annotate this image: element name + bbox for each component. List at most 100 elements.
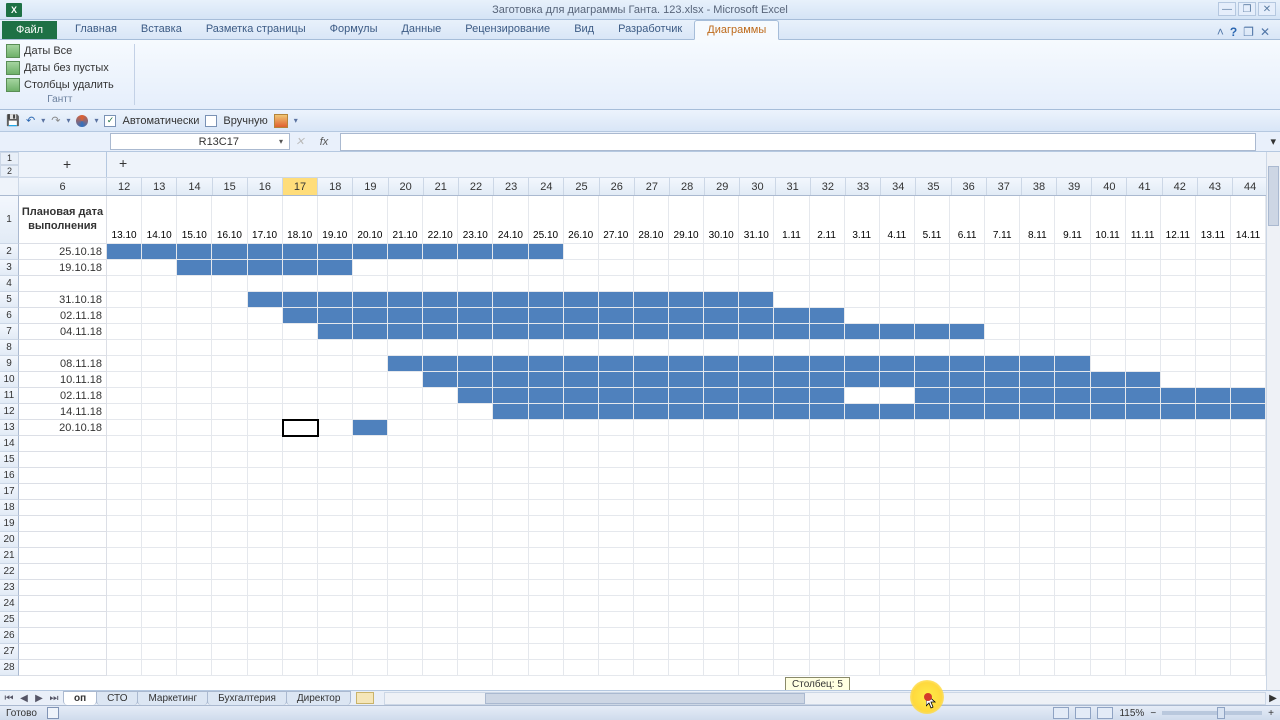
cell-r23-c0[interactable]	[107, 580, 142, 596]
cell-r14-c8[interactable]	[388, 436, 423, 452]
cell-r26-c10[interactable]	[458, 628, 493, 644]
cell-r19-c21[interactable]	[845, 516, 880, 532]
cell-r1-c20[interactable]: 2.11	[810, 196, 845, 244]
cell-r16-c16[interactable]	[669, 468, 704, 484]
cell-r19-c9[interactable]	[423, 516, 458, 532]
cell-r21-c2[interactable]	[177, 548, 212, 564]
cell-r12-c26[interactable]	[1020, 404, 1055, 420]
cell-r26-c26[interactable]	[1020, 628, 1055, 644]
cell-r9-c2[interactable]	[177, 356, 212, 372]
ribbon-cmd-2[interactable]: Столбцы удалить	[6, 78, 114, 92]
cell-r22-c8[interactable]	[388, 564, 423, 580]
cell-r4-c16[interactable]	[669, 276, 704, 292]
cell-r2-c27[interactable]	[1055, 244, 1090, 260]
cell-r16-c13[interactable]	[564, 468, 599, 484]
auto-checkbox[interactable]: ✓	[104, 115, 116, 127]
cell-r24-c19[interactable]	[774, 596, 809, 612]
file-tab[interactable]: Файл	[2, 21, 57, 39]
cell-r8-c23[interactable]	[915, 340, 950, 356]
cell-r19-c12[interactable]	[529, 516, 564, 532]
cell-r10-c11[interactable]	[493, 372, 528, 388]
cell-r8-c12[interactable]	[529, 340, 564, 356]
cell-r17-c30[interactable]	[1161, 484, 1196, 500]
row-header-21[interactable]: 21	[0, 548, 19, 564]
cell-r23-c27[interactable]	[1055, 580, 1090, 596]
cell-r24-c8[interactable]	[388, 596, 423, 612]
cell-r5-c21[interactable]	[845, 292, 880, 308]
cell-r1-c0[interactable]: 13.10	[107, 196, 142, 244]
cell-r26-c24[interactable]	[950, 628, 985, 644]
cell-r23-c13[interactable]	[564, 580, 599, 596]
cell-r14-c12[interactable]	[529, 436, 564, 452]
cell-r6-c29[interactable]	[1126, 308, 1161, 324]
cell-r5-c6[interactable]	[318, 292, 353, 308]
cell-r17-c25[interactable]	[985, 484, 1020, 500]
cell-r20-c0[interactable]	[107, 532, 142, 548]
cell-r16-c4[interactable]	[248, 468, 283, 484]
cell-r15-c4[interactable]	[248, 452, 283, 468]
cell-r6-c10[interactable]	[458, 308, 493, 324]
view-layout-icon[interactable]	[1075, 707, 1091, 719]
cell-r16-c31[interactable]	[1196, 468, 1231, 484]
cell-r3-c3[interactable]	[212, 260, 247, 276]
cell-r2-c17[interactable]	[704, 244, 739, 260]
cell-r2-c30[interactable]	[1161, 244, 1196, 260]
redo-icon[interactable]: ↷	[51, 114, 60, 127]
cell-first-24[interactable]	[19, 596, 107, 612]
cell-r4-c18[interactable]	[739, 276, 774, 292]
cell-r14-c4[interactable]	[248, 436, 283, 452]
cell-r16-c23[interactable]	[915, 468, 950, 484]
cell-r11-c11[interactable]	[493, 388, 528, 404]
cell-r17-c27[interactable]	[1055, 484, 1090, 500]
cell-r6-c4[interactable]	[248, 308, 283, 324]
cell-r18-c31[interactable]	[1196, 500, 1231, 516]
zoom-in-icon[interactable]: +	[1268, 708, 1274, 719]
col-header-30[interactable]: 30	[740, 178, 775, 195]
cell-r15-c19[interactable]	[774, 452, 809, 468]
cell-r10-c17[interactable]	[704, 372, 739, 388]
cell-r24-c25[interactable]	[985, 596, 1020, 612]
cell-r28-c17[interactable]	[704, 660, 739, 676]
cell-r10-c8[interactable]	[388, 372, 423, 388]
cell-r8-c19[interactable]	[774, 340, 809, 356]
row-header-1[interactable]: 1	[0, 196, 19, 244]
row-header-2[interactable]: 2	[0, 244, 19, 260]
cell-r1-c26[interactable]: 8.11	[1020, 196, 1055, 244]
sheet-last-icon[interactable]: ⏭	[47, 693, 61, 704]
cell-r21-c20[interactable]	[810, 548, 845, 564]
cell-r26-c25[interactable]	[985, 628, 1020, 644]
cell-r22-c24[interactable]	[950, 564, 985, 580]
cell-r27-c29[interactable]	[1126, 644, 1161, 660]
cell-r4-c1[interactable]	[142, 276, 177, 292]
cell-r5-c31[interactable]	[1196, 292, 1231, 308]
cell-r8-c28[interactable]	[1091, 340, 1126, 356]
cell-r7-c23[interactable]	[915, 324, 950, 340]
cell-r1-c3[interactable]: 16.10	[212, 196, 247, 244]
cell-r25-c29[interactable]	[1126, 612, 1161, 628]
cell-r3-c5[interactable]	[283, 260, 318, 276]
cell-r14-c0[interactable]	[107, 436, 142, 452]
cell-r16-c27[interactable]	[1055, 468, 1090, 484]
cell-r20-c32[interactable]	[1231, 532, 1266, 548]
cell-r6-c24[interactable]	[950, 308, 985, 324]
cell-r2-c19[interactable]	[774, 244, 809, 260]
cell-r1-c23[interactable]: 5.11	[915, 196, 950, 244]
cell-r28-c8[interactable]	[388, 660, 423, 676]
cell-r9-c7[interactable]	[353, 356, 388, 372]
sheet-tab-СТО[interactable]: СТО	[96, 691, 138, 705]
cell-r9-c17[interactable]	[704, 356, 739, 372]
cell-r18-c4[interactable]	[248, 500, 283, 516]
cell-r16-c22[interactable]	[880, 468, 915, 484]
cell-r1-c27[interactable]: 9.11	[1055, 196, 1090, 244]
cell-r27-c27[interactable]	[1055, 644, 1090, 660]
col-header-40[interactable]: 40	[1092, 178, 1127, 195]
cell-r20-c4[interactable]	[248, 532, 283, 548]
cell-r7-c4[interactable]	[248, 324, 283, 340]
cell-r27-c6[interactable]	[318, 644, 353, 660]
cell-r7-c27[interactable]	[1055, 324, 1090, 340]
cell-r8-c7[interactable]	[353, 340, 388, 356]
ribbon-cmd-1[interactable]: Даты без пустых	[6, 61, 114, 75]
cell-r10-c31[interactable]	[1196, 372, 1231, 388]
cell-r24-c4[interactable]	[248, 596, 283, 612]
cell-r2-c1[interactable]	[142, 244, 177, 260]
